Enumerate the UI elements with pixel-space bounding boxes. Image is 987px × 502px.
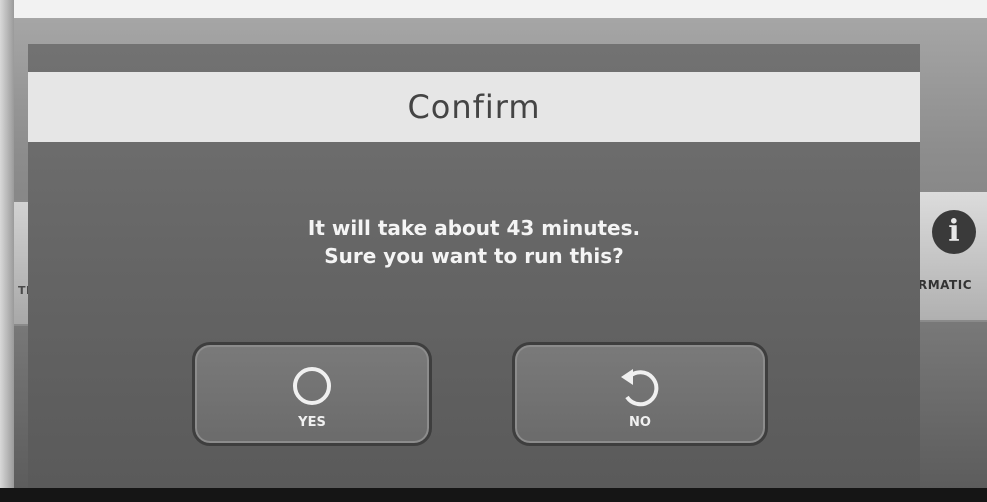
background-tile-right-label: RMATIC	[918, 278, 972, 292]
no-button-label: NO	[629, 415, 651, 430]
confirm-dialog: Confirm It will take about 43 minutes. S…	[28, 44, 920, 488]
yes-button-label: YES	[298, 415, 326, 430]
dialog-title: Confirm	[407, 88, 541, 126]
dialog-message-line-2: Sure you want to run this?	[324, 244, 624, 268]
dialog-title-bar: Confirm	[28, 72, 920, 142]
dialog-message-line-1: It will take about 43 minutes.	[307, 216, 641, 240]
no-button[interactable]: NO	[512, 342, 768, 446]
info-icon: i	[932, 210, 976, 254]
undo-arrow-icon	[621, 369, 659, 407]
device-screen: TH C i RMATIC Confirm It will take about…	[0, 0, 987, 502]
bottom-bezel	[0, 488, 987, 502]
top-bezel	[0, 0, 987, 18]
dialog-message: It will take about 43 minutes. Sure you …	[28, 214, 920, 270]
background-tile-right: i RMATIC	[912, 190, 987, 322]
left-bezel	[0, 0, 14, 502]
yes-button[interactable]: YES	[192, 342, 432, 446]
circle-icon	[293, 367, 331, 405]
